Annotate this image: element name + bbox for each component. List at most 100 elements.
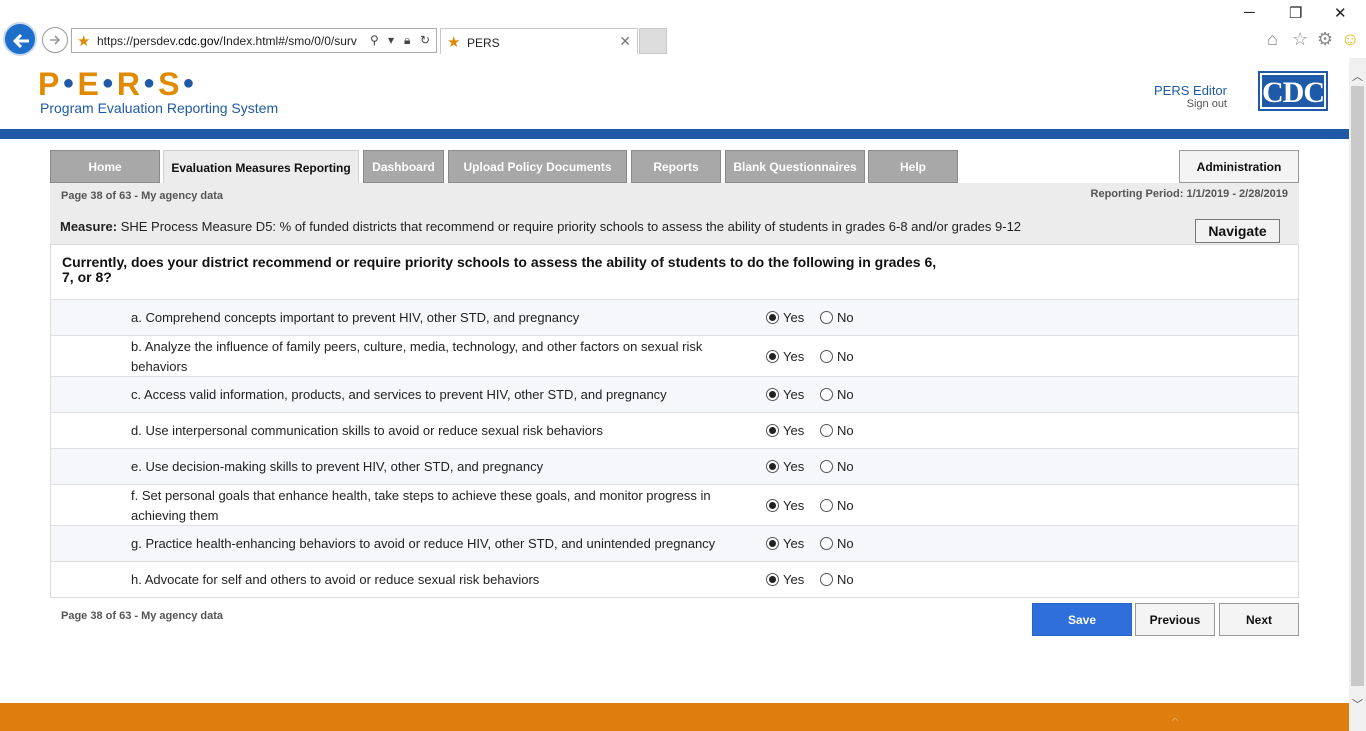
answer-no-label: No	[837, 536, 854, 551]
info-band: Page 38 of 63 - My agency data Reporting…	[50, 183, 1299, 208]
tab-dashboard[interactable]: Dashboard	[363, 150, 444, 183]
page-info: Page 38 of 63 - My agency data	[61, 190, 224, 202]
browser-tab[interactable]: ★ PERS ✕	[440, 28, 638, 54]
address-bar[interactable]: ★ https://persdev.cdc.gov/Index.html#/sm…	[71, 28, 437, 53]
answer-no-option[interactable]: No	[820, 387, 854, 402]
answer-yes-radio[interactable]	[766, 573, 779, 586]
back-button[interactable]	[3, 22, 37, 56]
search-icon[interactable]: ⚲	[370, 33, 379, 47]
sign-out-link[interactable]: Sign out	[1187, 98, 1227, 110]
answer-no-label: No	[837, 423, 854, 438]
system-subtitle: Program Evaluation Reporting System	[40, 100, 279, 116]
tab-upload-policy-documents[interactable]: Upload Policy Documents	[448, 150, 627, 183]
dropdown-icon[interactable]: ▾	[388, 33, 394, 47]
measure-text: Measure: SHE Process Measure D5: % of fu…	[60, 219, 1022, 234]
forward-button[interactable]	[42, 27, 68, 53]
answer-yes-option[interactable]: Yes	[766, 423, 804, 438]
url-text[interactable]: https://persdev.cdc.gov/Index.html#/smo/…	[97, 34, 367, 48]
answer-yes-option[interactable]: Yes	[766, 349, 804, 364]
home-icon[interactable]: ⌂	[1267, 29, 1278, 50]
answer-yes-radio[interactable]	[766, 499, 779, 512]
answer-yes-radio[interactable]	[766, 350, 779, 363]
answer-yes-radio[interactable]	[766, 537, 779, 550]
answer-yes-radio[interactable]	[766, 424, 779, 437]
answer-yes-option[interactable]: Yes	[766, 387, 804, 402]
gear-icon[interactable]: ⚙	[1317, 29, 1333, 50]
administration-button[interactable]: Administration	[1179, 150, 1299, 183]
tab-blank-questionnaires[interactable]: Blank Questionnaires	[725, 150, 865, 183]
answer-no-label: No	[837, 310, 854, 325]
answer-yes-option[interactable]: Yes	[766, 459, 804, 474]
cdc-logo: CDC	[1258, 71, 1328, 111]
answer-yes-radio[interactable]	[766, 388, 779, 401]
question-item-label: f. Set personal goals that enhance healt…	[131, 488, 711, 523]
question-item-label: b. Analyze the influence of family peers…	[131, 339, 703, 374]
page-scrollbar[interactable]: ︿ ﹀	[1349, 58, 1366, 731]
answer-no-option[interactable]: No	[820, 498, 854, 513]
answer-no-radio[interactable]	[820, 424, 833, 437]
answer-no-option[interactable]: No	[820, 423, 854, 438]
tab-home[interactable]: Home	[50, 150, 160, 183]
tab-reports[interactable]: Reports	[631, 150, 721, 183]
save-button[interactable]: Save	[1032, 603, 1132, 636]
answer-no-radio[interactable]	[820, 388, 833, 401]
answer-no-radio[interactable]	[820, 573, 833, 586]
question-item-row: d. Use interpersonal communication skill…	[51, 412, 1298, 448]
answer-no-option[interactable]: No	[820, 459, 854, 474]
scrollbar-thumb[interactable]	[1351, 86, 1364, 686]
answer-no-radio[interactable]	[820, 350, 833, 363]
pers-logo[interactable]: P ●E ●R ●S ●	[38, 66, 198, 103]
smiley-icon[interactable]: ☺	[1341, 29, 1359, 50]
answer-no-option[interactable]: No	[820, 572, 854, 587]
measure-band: Measure: SHE Process Measure D5: % of fu…	[50, 208, 1299, 244]
answer-no-option[interactable]: No	[820, 536, 854, 551]
question-item-row: b. Analyze the influence of family peers…	[51, 335, 1298, 376]
answer-yes-option[interactable]: Yes	[766, 572, 804, 587]
question-item-label: c. Access valid information, products, a…	[131, 387, 667, 402]
tab-evaluation-measures-reporting[interactable]: Evaluation Measures Reporting	[163, 150, 359, 184]
answer-yes-label: Yes	[783, 536, 805, 551]
question-item-label: d. Use interpersonal communication skill…	[131, 423, 603, 438]
answer-no-label: No	[837, 387, 854, 402]
next-button[interactable]: Next	[1219, 603, 1299, 636]
answer-no-option[interactable]: No	[820, 310, 854, 325]
forward-arrow-icon	[50, 35, 61, 45]
scroll-up-icon[interactable]: ︿	[1352, 68, 1363, 84]
close-window-icon[interactable]: ✕	[1334, 4, 1347, 22]
answer-no-option[interactable]: No	[820, 349, 854, 364]
answer-yes-label: Yes	[783, 349, 805, 364]
restore-icon[interactable]: ❐	[1289, 4, 1302, 22]
navigate-button[interactable]: Navigate	[1195, 219, 1280, 243]
refresh-icon[interactable]: ↻	[420, 33, 430, 47]
question-item-label: e. Use decision-making skills to prevent…	[131, 459, 544, 474]
tab-help[interactable]: Help	[868, 150, 958, 183]
lock-icon[interactable]: 🔒︎	[404, 33, 410, 48]
answer-no-label: No	[837, 349, 854, 364]
minimize-icon[interactable]: ─	[1244, 4, 1255, 21]
answer-yes-radio[interactable]	[766, 311, 779, 324]
new-tab-button[interactable]	[639, 28, 667, 54]
browser-chrome: ★ https://persdev.cdc.gov/Index.html#/sm…	[0, 0, 1366, 58]
answer-no-label: No	[837, 498, 854, 513]
question-item-label: a. Comprehend concepts important to prev…	[131, 310, 580, 325]
question-item-label: h. Advocate for self and others to avoid…	[131, 572, 540, 587]
answer-no-radio[interactable]	[820, 499, 833, 512]
footer-bar: ◠	[0, 703, 1349, 731]
answer-no-radio[interactable]	[820, 537, 833, 550]
answer-yes-label: Yes	[783, 498, 805, 513]
back-arrow-icon	[12, 33, 29, 49]
scroll-down-icon[interactable]: ﹀	[1352, 696, 1363, 712]
answer-yes-radio[interactable]	[766, 460, 779, 473]
header-divider	[0, 129, 1349, 139]
tab-close-icon[interactable]: ✕	[619, 33, 631, 50]
favorites-icon[interactable]: ☆	[1292, 29, 1308, 50]
question-item-row: c. Access valid information, products, a…	[51, 376, 1298, 412]
question-item-row: f. Set personal goals that enhance healt…	[51, 484, 1298, 525]
answer-no-radio[interactable]	[820, 460, 833, 473]
previous-button[interactable]: Previous	[1135, 603, 1215, 636]
answer-no-radio[interactable]	[820, 311, 833, 324]
question-text: Currently, does your district recommend …	[62, 254, 937, 285]
answer-yes-option[interactable]: Yes	[766, 310, 804, 325]
answer-yes-option[interactable]: Yes	[766, 498, 804, 513]
answer-yes-option[interactable]: Yes	[766, 536, 804, 551]
